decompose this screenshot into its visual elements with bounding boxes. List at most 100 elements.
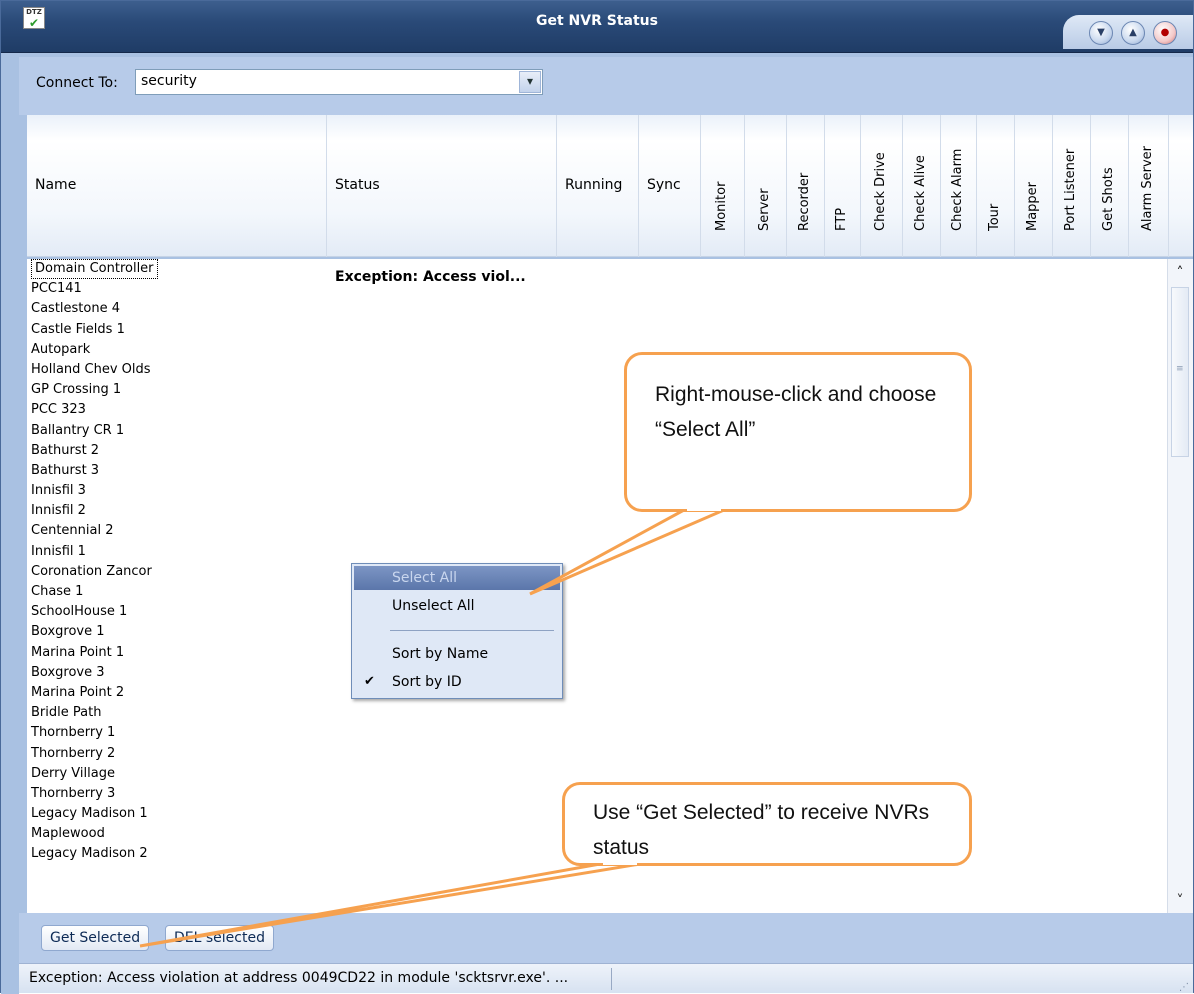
- list-item[interactable]: Boxgrove 1: [27, 622, 1167, 642]
- footer-toolbar: Get Selected DEL selected: [19, 913, 1193, 963]
- menu-item-unselect-all[interactable]: Unselect All: [354, 594, 560, 618]
- list-item-name: Maplewood: [31, 826, 105, 842]
- get-selected-button[interactable]: Get Selected: [41, 925, 150, 951]
- list-item[interactable]: Castlestone 4: [27, 299, 1167, 319]
- column-header-recorder[interactable]: Recorder: [787, 115, 825, 257]
- list-item-name: Marina Point 2: [31, 684, 125, 700]
- column-header-label: Tour: [986, 203, 1002, 231]
- list-item-name: Bathurst 3: [31, 462, 100, 478]
- list-item-name: Innisfil 2: [31, 503, 86, 519]
- window-title: Get NVR Status: [536, 13, 658, 29]
- column-header-monitor[interactable]: Monitor: [701, 115, 745, 257]
- list-item[interactable]: SchoolHouse 1: [27, 602, 1167, 622]
- list-item-name: Chase 1: [31, 584, 84, 599]
- column-header-label: Server: [756, 188, 772, 231]
- scrollbar-thumb[interactable]: ≡: [1171, 287, 1189, 457]
- menu-item-select-all[interactable]: Select All: [354, 566, 560, 590]
- column-header-port-listener[interactable]: Port Listener: [1053, 115, 1091, 257]
- connect-to-select[interactable]: security ▾: [135, 69, 543, 95]
- resize-grip-icon[interactable]: ⋰: [1179, 983, 1189, 993]
- list-item[interactable]: Thornberry 2: [27, 744, 1167, 764]
- column-header-status[interactable]: Status: [327, 115, 557, 257]
- list-item[interactable]: PCC141: [27, 279, 1167, 299]
- scroll-down-icon[interactable]: ˅: [1170, 891, 1190, 911]
- list-item-name: Boxgrove 3: [31, 664, 105, 680]
- close-icon[interactable]: ●: [1153, 21, 1177, 45]
- list-item[interactable]: Boxgrove 3: [27, 663, 1167, 683]
- list-item[interactable]: Holland Chev Olds: [27, 360, 1167, 380]
- column-header-ftp[interactable]: FTP: [825, 115, 861, 257]
- list-item-name: PCC 323: [31, 402, 86, 418]
- list-item-name: Thornberry 3: [31, 785, 116, 801]
- del-selected-button[interactable]: DEL selected: [165, 925, 274, 951]
- list-item[interactable]: Marina Point 2: [27, 683, 1167, 703]
- list-item[interactable]: Ballantry CR 1: [27, 421, 1167, 441]
- menu-item-sort-by-id[interactable]: ✔ Sort by ID: [354, 670, 560, 694]
- list-item-name: Ballantry CR 1: [31, 422, 125, 438]
- menu-item-label: Sort by Name: [392, 646, 489, 662]
- list-item[interactable]: Autopark: [27, 340, 1167, 360]
- nvr-rows: Domain Controller PCC141 Castlestone 4 Cast…: [27, 259, 1167, 865]
- column-header-check-drive[interactable]: Check Drive: [861, 115, 903, 257]
- list-item[interactable]: Derry Village: [27, 764, 1167, 784]
- column-header-alarm-server[interactable]: Alarm Server: [1129, 115, 1169, 257]
- list-item-name: Domain Controller: [31, 259, 158, 280]
- list-item[interactable]: Bathurst 2: [27, 441, 1167, 461]
- callout-text: Use “Get Selected” to receive NVRs statu…: [593, 801, 930, 859]
- maximize-icon[interactable]: ▲: [1121, 21, 1145, 45]
- list-item[interactable]: Innisfil 1: [27, 542, 1167, 562]
- window-left-border: [1, 53, 19, 994]
- list-item[interactable]: Domain Controller: [27, 259, 1167, 280]
- list-item[interactable]: Castle Fields 1: [27, 320, 1167, 340]
- title-bar[interactable]: DTZ ✔ Get NVR Status ▼ ▲ ●: [1, 1, 1193, 53]
- column-header-label: Running: [565, 177, 623, 193]
- list-item[interactable]: Bathurst 3: [27, 461, 1167, 481]
- column-header-label: Mapper: [1024, 181, 1040, 231]
- list-item[interactable]: Marina Point 1: [27, 643, 1167, 663]
- column-header-name[interactable]: Name: [27, 115, 327, 257]
- list-item[interactable]: Innisfil 3: [27, 481, 1167, 501]
- list-item-name: Marina Point 1: [31, 644, 125, 660]
- list-item-name: PCC141: [31, 281, 82, 297]
- column-header-label: Get Shots: [1100, 167, 1116, 231]
- column-header-tour[interactable]: Tour: [977, 115, 1015, 257]
- list-item[interactable]: GP Crossing 1: [27, 380, 1167, 400]
- callout-select-all: Right-mouse-click and choose “Select All…: [624, 352, 972, 512]
- list-item[interactable]: PCC 323: [27, 400, 1167, 420]
- status-separator: [611, 968, 612, 990]
- list-item-name: Centennial 2: [31, 523, 114, 539]
- vertical-scrollbar[interactable]: ˄ ≡ ˅: [1167, 259, 1193, 913]
- callout-text: Right-mouse-click and choose “Select All…: [655, 383, 937, 441]
- list-item-name: Coronation Zancor: [31, 563, 152, 579]
- connect-bar: Connect To: security ▾: [19, 57, 1193, 115]
- column-header-sync[interactable]: Sync: [639, 115, 701, 257]
- column-header-server[interactable]: Server: [745, 115, 787, 257]
- chevron-down-icon[interactable]: ▾: [519, 71, 541, 93]
- column-header-running[interactable]: Running: [557, 115, 639, 257]
- column-header-get-shots[interactable]: Get Shots: [1091, 115, 1129, 257]
- column-header-label: Alarm Server: [1139, 145, 1155, 231]
- context-menu: Select All Unselect All Sort by Name ✔ S…: [351, 563, 563, 699]
- list-item[interactable]: Thornberry 1: [27, 723, 1167, 743]
- list-item[interactable]: Coronation Zancor: [27, 562, 1167, 582]
- scroll-up-icon[interactable]: ˄: [1170, 263, 1190, 283]
- list-item[interactable]: Bridle Path: [27, 703, 1167, 723]
- menu-item-label: Sort by ID: [392, 674, 462, 690]
- list-item-name: Bathurst 2: [31, 442, 100, 458]
- column-header-label: Check Drive: [872, 152, 888, 231]
- list-item[interactable]: Innisfil 2: [27, 501, 1167, 521]
- list-item[interactable]: Chase 1: [27, 582, 1167, 602]
- column-header-mapper[interactable]: Mapper: [1015, 115, 1053, 257]
- list-item[interactable]: Centennial 2: [27, 521, 1167, 541]
- connect-label: Connect To:: [36, 75, 118, 91]
- column-header-check-alive[interactable]: Check Alive: [903, 115, 941, 257]
- column-header-row: Name Status Running Sync Monitor Server …: [27, 115, 1193, 257]
- minimize-icon[interactable]: ▼: [1089, 21, 1113, 45]
- menu-item-sort-by-name[interactable]: Sort by Name: [354, 642, 560, 666]
- column-header-check-alarm[interactable]: Check Alarm: [941, 115, 977, 257]
- menu-separator: [390, 630, 554, 631]
- connect-to-value: security: [141, 73, 197, 89]
- callout-get-selected: Use “Get Selected” to receive NVRs statu…: [562, 782, 972, 866]
- status-bar: Exception: Access violation at address 0…: [19, 963, 1193, 993]
- list-item-name: Castle Fields 1: [31, 321, 125, 337]
